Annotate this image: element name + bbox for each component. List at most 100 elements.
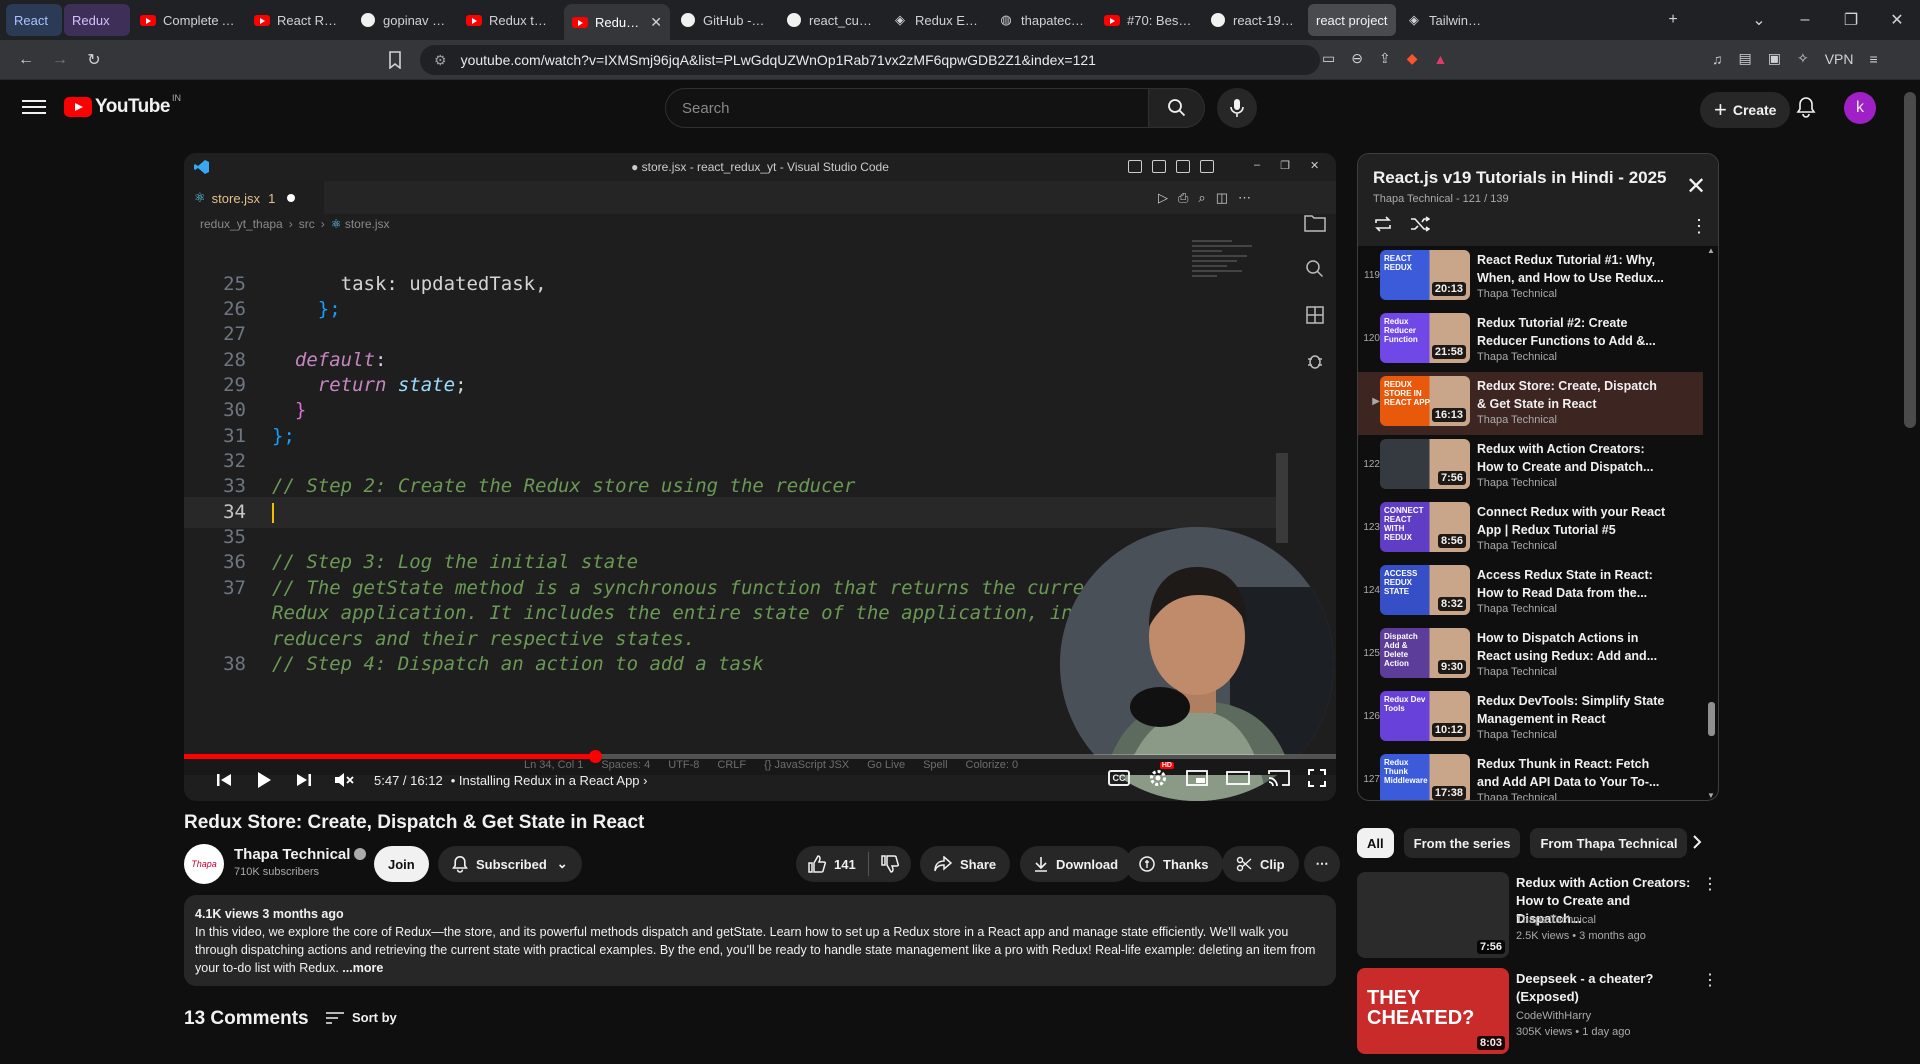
notifications-button[interactable] (1796, 96, 1816, 118)
recommended-video[interactable]: 7:56 Redux with Action Creators: How to C… (1357, 872, 1718, 968)
chapter-title[interactable]: • Installing Redux in a React App › (451, 773, 648, 788)
reload-button[interactable]: ↻ (80, 46, 108, 74)
more-vertical-icon[interactable]: ⋮ (1702, 874, 1718, 894)
browser-tab[interactable]: Redux tutoria (458, 4, 562, 36)
theater-mode-button[interactable] (1226, 770, 1250, 786)
filter-chip[interactable]: From Thapa Technical (1530, 828, 1688, 858)
chips-next-button[interactable] (1692, 834, 1702, 850)
leo-ai-icon[interactable]: ✧ (1797, 50, 1809, 67)
browser-tab[interactable]: react-19-seri (1202, 4, 1306, 36)
bookmark-icon[interactable] (388, 51, 402, 69)
brave-shields-icon[interactable]: ◆ (1407, 50, 1418, 67)
recommended-video[interactable]: THEY CHEATED? 8:03 Deepseek - a cheater? (… (1357, 968, 1718, 1064)
forward-button[interactable]: → (46, 46, 74, 74)
playlist-item[interactable]: 124 ACCESS REDUX STATE 8:32 Access Redux St… (1358, 561, 1703, 624)
settings-button[interactable]: HD (1148, 762, 1174, 788)
mute-button[interactable] (324, 771, 364, 789)
cast-button[interactable] (1268, 769, 1290, 787)
sort-comments-button[interactable]: Sort by (326, 1010, 397, 1025)
wallet-icon[interactable]: ▣ (1768, 50, 1781, 67)
new-tab-button[interactable]: + (1650, 11, 1696, 29)
playlist-item[interactable]: 122 7:56 Redux with Action Creators: How t… (1358, 435, 1703, 498)
thanks-button[interactable]: Thanks (1125, 846, 1223, 882)
browser-tab[interactable]: react_curren (778, 4, 882, 36)
browser-tab[interactable]: react project (1308, 4, 1396, 36)
playlist-item[interactable]: 120 Redux Reducer Function 21:58 Redux Tuto… (1358, 309, 1703, 372)
brave-rewards-icon[interactable]: ▲ (1433, 51, 1447, 67)
filter-chip[interactable]: From the series (1403, 828, 1521, 858)
browser-tab[interactable]: React Redux (246, 4, 350, 36)
zoom-icon[interactable]: ⊖ (1351, 50, 1363, 67)
site-info-icon[interactable]: ⚙ (434, 52, 447, 69)
sidebar-icon[interactable]: ▤ (1739, 50, 1752, 67)
browser-tab[interactable]: Redux St ✕ (564, 4, 670, 40)
main-menu-icon[interactable]: ≡ (1870, 51, 1878, 67)
recommended-channel[interactable]: Thapa Technical (1516, 914, 1596, 926)
close-playlist-button[interactable]: ✕ (1686, 172, 1706, 201)
playlist-scrollbar[interactable]: ▲ ▼ (1705, 246, 1717, 800)
browser-tab[interactable]: ◈ Tailwind CSS (1398, 4, 1494, 36)
vpn-button[interactable]: VPN (1825, 51, 1854, 67)
browser-tab[interactable]: Complete Ax (132, 4, 244, 36)
playlist-menu-button[interactable]: ⋮ (1690, 216, 1708, 237)
back-button[interactable]: ← (12, 46, 40, 74)
search-input[interactable] (665, 88, 1149, 128)
channel-avatar[interactable]: Thapa (184, 844, 224, 884)
playlist-title[interactable]: React.js v19 Tutorials in Hindi - 2025 (1373, 168, 1673, 188)
close-tab-icon[interactable]: ✕ (650, 14, 662, 31)
media-icon[interactable]: ♫ (1712, 51, 1723, 67)
shuffle-playlist-button[interactable] (1410, 216, 1430, 232)
download-button[interactable]: Download (1020, 846, 1133, 882)
search-button[interactable] (1149, 88, 1205, 128)
filter-chip[interactable]: All (1357, 828, 1394, 858)
minimize-button[interactable]: – (1782, 11, 1828, 29)
channel-name[interactable]: Thapa Technical (234, 846, 367, 863)
subtitles-button[interactable]: CC (1108, 770, 1130, 786)
account-avatar[interactable]: k (1844, 92, 1876, 124)
playlist-item[interactable]: 126 Redux Dev Tools 10:12 Redux DevTools: S… (1358, 687, 1703, 750)
description-box[interactable]: 4.1K views 3 months ago In this video, w… (184, 895, 1336, 986)
voice-search-button[interactable] (1217, 88, 1257, 128)
play-button[interactable] (244, 771, 284, 789)
install-app-icon[interactable]: ▭ (1322, 50, 1335, 67)
page-scrollbar[interactable] (1904, 92, 1916, 428)
dislike-button[interactable] (869, 846, 911, 882)
restore-button[interactable]: ❐ (1828, 10, 1874, 30)
like-button[interactable]: 141 (796, 846, 868, 882)
share-page-icon[interactable]: ⇪ (1379, 50, 1391, 67)
progress-bar[interactable] (184, 750, 1336, 763)
playlist-item[interactable]: 123 CONNECT REACT WITH REDUX 8:56 Connect R… (1358, 498, 1703, 561)
create-button[interactable]: + Create (1700, 92, 1791, 128)
playlist-item[interactable]: 127 Redux Thunk Middleware 17:38 Redux Thun… (1358, 750, 1703, 800)
guide-menu-icon[interactable] (22, 96, 46, 116)
clip-button[interactable]: Clip (1222, 846, 1299, 882)
playlist-item[interactable]: ▶ REDUX STORE IN REACT APP 16:13 Redux Stor… (1358, 372, 1703, 435)
url-field[interactable]: ⚙ youtube.com/watch?v=IXMSmj96jqA&list=P… (420, 45, 1320, 75)
loop-playlist-button[interactable] (1373, 216, 1393, 232)
toolbar-right: ♫ ▤ ▣ ✧ VPN ≡ (1712, 50, 1878, 67)
previous-button[interactable] (204, 772, 244, 788)
share-button[interactable]: Share (920, 846, 1011, 882)
playlist-item[interactable]: 119 REACT REDUX 20:13 React Redux Tutorial … (1358, 246, 1703, 309)
video-player[interactable]: ● store.jsx - react_redux_yt - Visual St… (184, 153, 1336, 801)
miniplayer-button[interactable] (1186, 770, 1208, 786)
join-button[interactable]: Join (374, 846, 429, 882)
browser-tab[interactable]: ◍ thapatechnic (990, 4, 1094, 36)
next-button[interactable] (284, 772, 324, 788)
browser-tab[interactable]: React (6, 4, 62, 36)
playlist-item[interactable]: 125 Dispatch Add & Delete Action 9:30 How t… (1358, 624, 1703, 687)
browser-tab[interactable]: #70: Best Pra (1096, 4, 1200, 36)
close-window-button[interactable]: ✕ (1874, 10, 1920, 30)
browser-tab[interactable]: GitHub - tha (672, 4, 776, 36)
browser-tab[interactable]: ◈ Redux Essent (884, 4, 988, 36)
more-actions-button[interactable]: ⋯ (1304, 846, 1340, 882)
browser-tab[interactable]: gopinav (Visi (352, 4, 456, 36)
description-more-link[interactable]: ...more (342, 961, 383, 975)
recommended-channel[interactable]: CodeWithHarry (1516, 1010, 1591, 1022)
youtube-logo[interactable]: YouTube IN (64, 93, 181, 118)
browser-tab[interactable]: Redux (64, 4, 130, 36)
tab-search-chevron-icon[interactable]: ⌄ (1736, 10, 1782, 30)
fullscreen-button[interactable] (1308, 769, 1326, 787)
more-vertical-icon[interactable]: ⋮ (1702, 970, 1718, 990)
subscribed-button[interactable]: Subscribed ⌄ (438, 846, 582, 882)
